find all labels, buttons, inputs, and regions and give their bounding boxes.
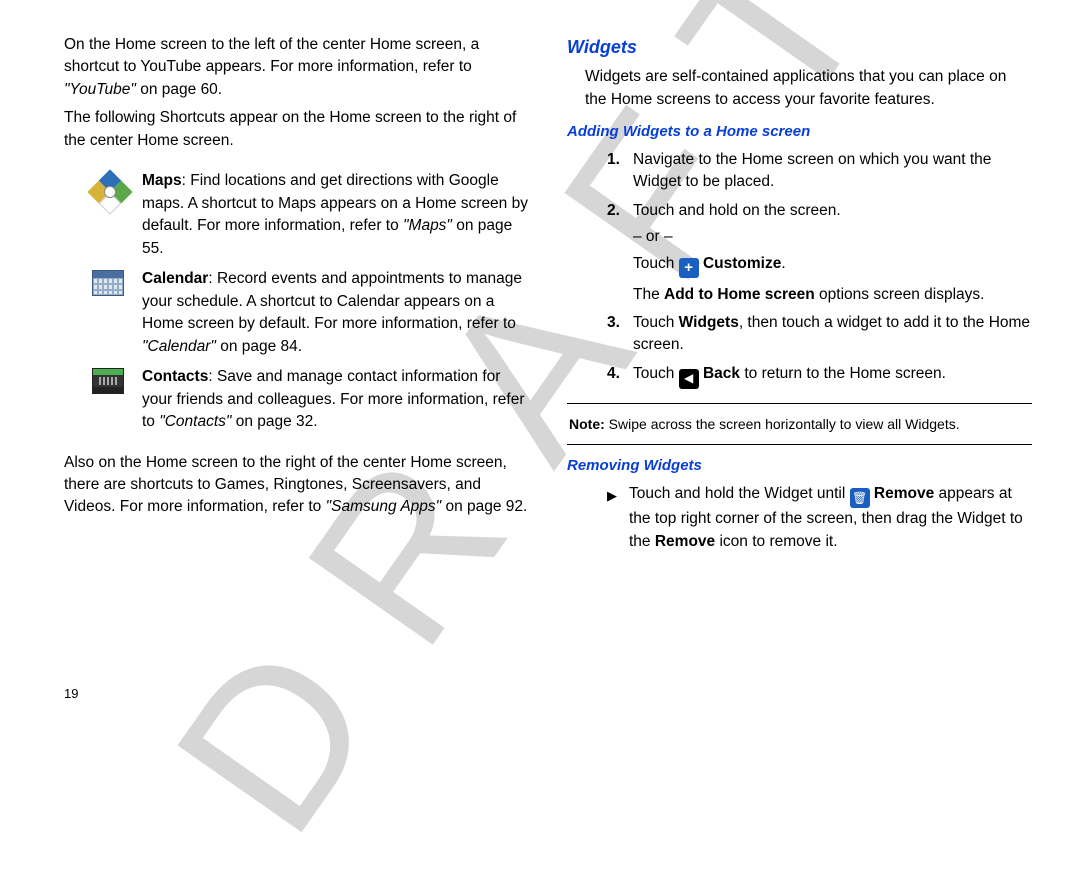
touch-customize-line: Touch + Customize. [633, 253, 1032, 278]
maps-description: Maps: Find locations and get directions … [142, 170, 529, 260]
note-text: Swipe across the screen horizontally to … [605, 416, 960, 432]
maps-label: Maps [142, 172, 182, 189]
text: Touch and hold on the screen. [633, 200, 1032, 222]
widgets-heading: Widgets [567, 34, 1032, 60]
text: on page 92. [441, 498, 527, 515]
contacts-icon [92, 366, 126, 394]
contacts-reference: "Contacts" [159, 413, 231, 430]
step-1: 1. Navigate to the Home screen on which … [607, 149, 1032, 194]
text: Touch [633, 314, 679, 331]
calendar-description: Calendar: Record events and appointments… [142, 268, 529, 358]
contacts-shortcut-row: Contacts: Save and manage contact inform… [92, 366, 529, 433]
step-text: Touch Widgets, then touch a widget to ad… [633, 312, 1032, 357]
step-number: 4. [607, 363, 633, 389]
adding-widgets-heading: Adding Widgets to a Home screen [567, 121, 1032, 143]
text: On the Home screen to the left of the ce… [64, 36, 479, 75]
maps-shortcut-row: Maps: Find locations and get directions … [92, 170, 529, 260]
intro-paragraph-2: The following Shortcuts appear on the Ho… [64, 107, 529, 152]
widgets-label: Widgets [679, 314, 739, 331]
maps-icon [92, 170, 126, 208]
bullet-icon: ▶ [607, 483, 629, 554]
text: on page 60. [136, 81, 222, 98]
back-label: Back [703, 365, 740, 382]
text: Touch [633, 255, 679, 272]
step-text: Touch ◀ Back to return to the Home scree… [633, 363, 1032, 389]
result-line: The Add to Home screen options screen di… [633, 284, 1032, 306]
text: . [781, 255, 785, 272]
removing-widgets-heading: Removing Widgets [567, 455, 1032, 477]
add-to-home-label: Add to Home screen [664, 286, 815, 303]
text: icon to remove it. [715, 533, 837, 550]
two-column-layout: On the Home screen to the left of the ce… [64, 34, 1032, 559]
customize-label: Customize [703, 255, 781, 272]
right-column: Widgets Widgets are self-contained appli… [567, 34, 1032, 559]
removing-text: Touch and hold the Widget until 🗑 Remove… [629, 483, 1032, 554]
calendar-shortcut-row: Calendar: Record events and appointments… [92, 268, 529, 358]
calendar-icon [92, 268, 126, 296]
widgets-intro: Widgets are self-contained applications … [567, 66, 1032, 111]
calendar-reference: "Calendar" [142, 338, 216, 355]
outro-paragraph: Also on the Home screen to the right of … [64, 452, 529, 519]
text: Touch [633, 365, 679, 382]
calendar-label: Calendar [142, 270, 208, 287]
text: on page 84. [216, 338, 302, 355]
text: on page 32. [231, 413, 317, 430]
text: Touch and hold the Widget until [629, 485, 850, 502]
text: The [633, 286, 664, 303]
text: options screen displays. [815, 286, 985, 303]
remove-label-2: Remove [655, 533, 715, 550]
trash-icon: 🗑 [850, 488, 870, 508]
note-box: Note: Swipe across the screen horizontal… [567, 403, 1032, 445]
text: to return to the Home screen. [740, 365, 946, 382]
intro-paragraph-1: On the Home screen to the left of the ce… [64, 34, 529, 101]
step-4: 4. Touch ◀ Back to return to the Home sc… [607, 363, 1032, 389]
left-column: On the Home screen to the left of the ce… [64, 34, 529, 559]
or-divider: – or – [633, 226, 1032, 248]
step-3: 3. Touch Widgets, then touch a widget to… [607, 312, 1032, 357]
page-number: 19 [64, 685, 78, 704]
contacts-label: Contacts [142, 368, 208, 385]
step-number: 1. [607, 149, 633, 194]
step-text: Touch and hold on the screen. – or – Tou… [633, 200, 1032, 306]
samsung-apps-reference: "Samsung Apps" [326, 498, 442, 515]
note-label: Note: [569, 416, 605, 432]
maps-reference: "Maps" [403, 217, 452, 234]
plus-icon: + [679, 258, 699, 278]
contacts-description: Contacts: Save and manage contact inform… [142, 366, 529, 433]
remove-label: Remove [874, 485, 934, 502]
adding-steps-list: 1. Navigate to the Home screen on which … [567, 149, 1032, 389]
step-text: Navigate to the Home screen on which you… [633, 149, 1032, 194]
step-2: 2. Touch and hold on the screen. – or – … [607, 200, 1032, 306]
removing-bullet: ▶ Touch and hold the Widget until 🗑 Remo… [567, 483, 1032, 554]
youtube-reference: "YouTube" [64, 81, 136, 98]
step-number: 2. [607, 200, 633, 306]
step-number: 3. [607, 312, 633, 357]
back-icon: ◀ [679, 369, 699, 389]
